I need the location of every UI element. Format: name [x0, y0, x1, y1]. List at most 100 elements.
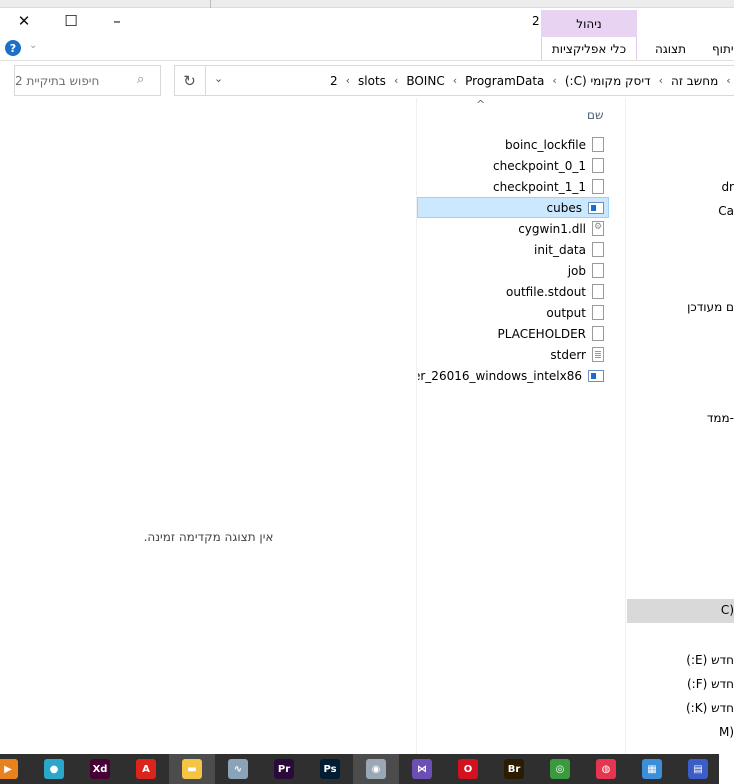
txt-file-icon [592, 347, 604, 362]
file-row[interactable]: outfile.stdout [417, 281, 609, 302]
taskbar-visual-studio[interactable]: ⋈ [399, 754, 445, 784]
taskbar: ▶ ● Xd A ▬ ∿ Pr Ps ◉ ⋈ O Br ◎ ◍ ▦ ▤ [0, 754, 719, 784]
file-row[interactable]: output [417, 302, 609, 323]
breadcrumb-item[interactable]: slots [358, 74, 386, 88]
breadcrumb-item[interactable]: ProgramData [465, 74, 544, 88]
screen-recorder-icon: ● [44, 759, 64, 779]
breadcrumb-separator[interactable]: ‹ [659, 74, 663, 87]
breadcrumb: ‹ מחשב זה ‹ דיסק מקומי (C:) ‹ ProgramData ‹ BOI… [330, 65, 731, 96]
file-name: cubes [546, 200, 582, 215]
tab-application-tools[interactable]: כלי אפליקציות [541, 37, 637, 60]
file-row[interactable]: checkpoint_1_1 [417, 176, 609, 197]
ribbon-expand-icon[interactable]: ⌄ [29, 40, 37, 51]
maximize-button[interactable]: ☐ [58, 10, 84, 32]
sort-ascending-icon: ^ [476, 98, 486, 111]
taskbar-control-app[interactable]: ▦ [629, 754, 675, 784]
search-icon: ⌕ [137, 72, 145, 87]
control-app-icon: ▦ [642, 759, 662, 779]
file-name: cygwin1.dll [518, 221, 586, 236]
minimize-button[interactable]: – [104, 10, 130, 32]
refresh-icon: ↻ [183, 71, 196, 90]
breadcrumb-separator[interactable]: ‹ [394, 74, 398, 87]
ribbon-divider [0, 60, 734, 61]
nav-item[interactable]: חדש (K:) [686, 701, 734, 715]
breadcrumb-separator[interactable]: ‹ [726, 74, 730, 87]
file-name: checkpoint_0_1 [492, 158, 586, 173]
file-row[interactable]: checkpoint_0_1 [417, 155, 609, 176]
nav-item[interactable]: -ממד [707, 411, 734, 425]
creative-cloud-icon: ◍ [596, 759, 616, 779]
file-name: job [567, 263, 586, 278]
chrome-icon: ◎ [550, 759, 570, 779]
taskbar-screen-recorder[interactable]: ● [31, 754, 77, 784]
tab-view[interactable]: תצוגה [655, 37, 686, 60]
file-file-icon [592, 158, 604, 173]
taskbar-save-app[interactable]: ▤ [675, 754, 721, 784]
file-file-icon [592, 284, 604, 299]
preview-message: אין תצוגה מקדימה זמינה. [143, 530, 274, 544]
media-player-icon: ▶ [0, 759, 18, 779]
file-row[interactable]: boinc_lockfile [417, 134, 609, 155]
nav-item[interactable]: (C [721, 603, 734, 617]
taskbar-file-explorer[interactable]: ▬ [169, 754, 215, 784]
nav-item[interactable]: dr [721, 180, 734, 194]
file-file-icon [592, 242, 604, 257]
nav-selected-row [627, 599, 734, 623]
taskbar-premiere[interactable]: Pr [261, 754, 307, 784]
file-name: stderr [550, 347, 586, 362]
taskbar-acrobat[interactable]: A [123, 754, 169, 784]
file-name: PLACEHOLDER [497, 326, 586, 341]
search-placeholder: חיפוש בתיקיית 2 [15, 73, 100, 88]
file-row[interactable]: cubes [417, 197, 609, 218]
file-row[interactable]: init_data [417, 239, 609, 260]
nav-item[interactable]: Ca [718, 204, 734, 218]
tab-share[interactable]: יתוף [712, 37, 734, 60]
help-icon[interactable]: ? [5, 40, 21, 56]
refresh-button[interactable]: ↻ [174, 65, 206, 96]
taskbar-adobe-xd[interactable]: Xd [77, 754, 123, 784]
file-row[interactable]: job [417, 260, 609, 281]
file-file-icon [592, 305, 604, 320]
file-name: outfile.stdout [506, 284, 586, 299]
file-file-icon [592, 179, 604, 194]
address-dropdown-icon[interactable]: ⌄ [214, 72, 223, 85]
file-name: rapper_26016_windows_intelx86 [418, 368, 582, 383]
file-row[interactable]: stderr [417, 344, 609, 365]
file-row[interactable]: rapper_26016_windows_intelx86 [417, 365, 609, 386]
nav-item[interactable]: ם מעודכן [687, 300, 734, 314]
column-header-name[interactable]: שם [587, 108, 603, 122]
premiere-icon: Pr [274, 759, 294, 779]
file-row[interactable]: cygwin1.dll [417, 218, 609, 239]
breadcrumb-item[interactable]: דיסק מקומי (C:) [565, 74, 651, 88]
breadcrumb-separator[interactable]: ‹ [552, 74, 556, 87]
acrobat-icon: A [136, 759, 156, 779]
nav-item[interactable]: (M [719, 725, 734, 739]
file-file-icon [592, 326, 604, 341]
nav-item[interactable]: חדש (F:) [687, 677, 734, 691]
taskbar-chrome[interactable]: ◎ [537, 754, 583, 784]
taskbar-creative-cloud[interactable]: ◍ [583, 754, 629, 784]
taskbar-monitor-app[interactable]: ∿ [215, 754, 261, 784]
breadcrumb-separator[interactable]: ‹ [453, 74, 457, 87]
nav-divider[interactable] [625, 98, 626, 754]
close-button[interactable]: ✕ [11, 10, 37, 32]
breadcrumb-item[interactable]: 2 [330, 74, 338, 88]
utility-app-icon: ◉ [366, 759, 386, 779]
opera-icon: O [458, 759, 478, 779]
dll-file-icon [592, 221, 604, 236]
file-file-icon [592, 263, 604, 278]
taskbar-opera[interactable]: O [445, 754, 491, 784]
breadcrumb-separator[interactable]: ‹ [346, 74, 350, 87]
taskbar-photoshop[interactable]: Ps [307, 754, 353, 784]
file-row[interactable]: PLACEHOLDER [417, 323, 609, 344]
bridge-icon: Br [504, 759, 524, 779]
search-input[interactable]: ⌕ חיפוש בתיקיית 2 [14, 65, 161, 96]
taskbar-bridge[interactable]: Br [491, 754, 537, 784]
breadcrumb-item[interactable]: BOINC [406, 74, 444, 88]
taskbar-utility-app[interactable]: ◉ [353, 754, 399, 784]
breadcrumb-item[interactable]: מחשב זה [671, 74, 718, 88]
window-title: 2 [532, 14, 540, 28]
taskbar-media-player[interactable]: ▶ [0, 754, 31, 784]
nav-item[interactable]: חדש (E:) [686, 653, 734, 667]
file-name: output [546, 305, 586, 320]
